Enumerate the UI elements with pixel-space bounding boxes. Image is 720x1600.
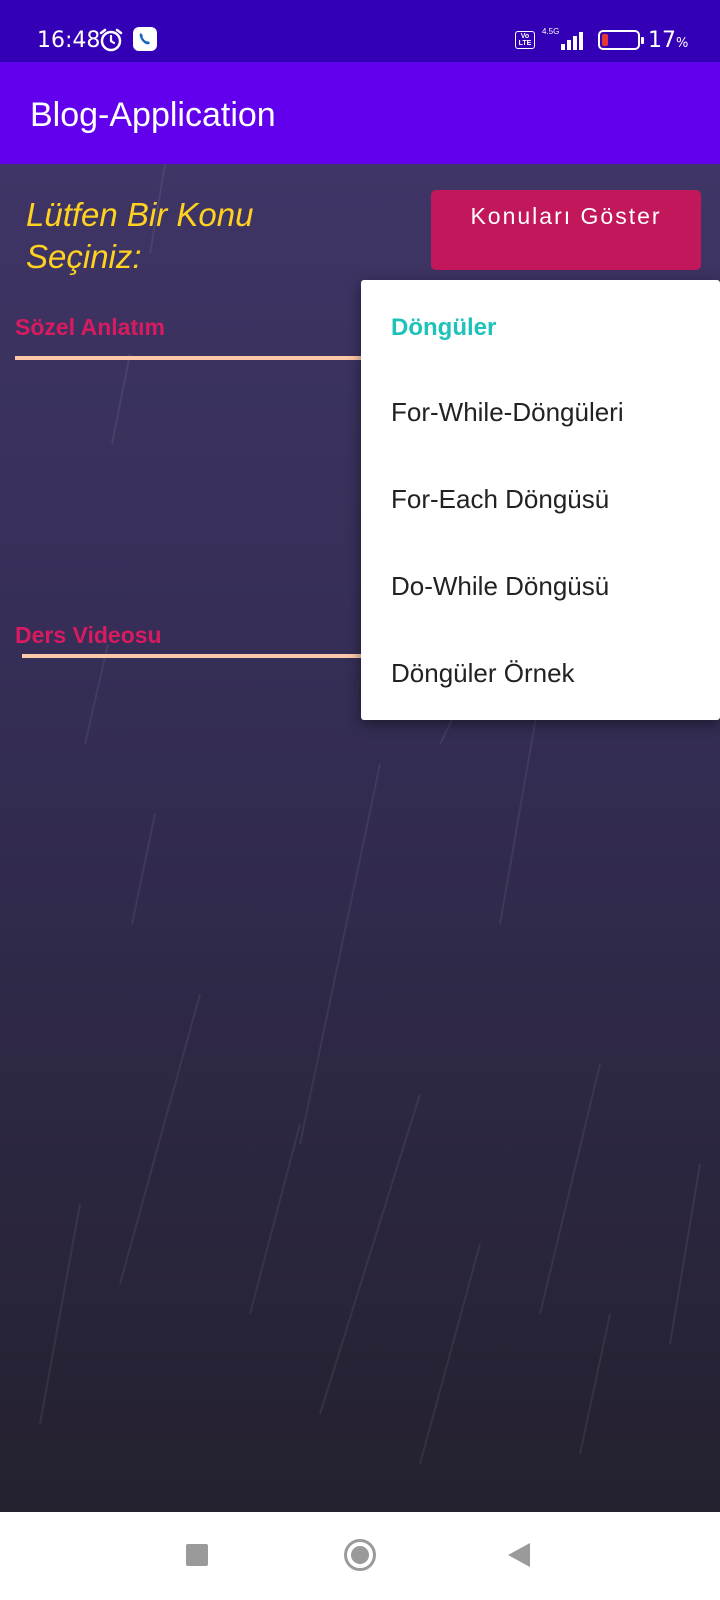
status-time: 16:48 (37, 28, 101, 53)
call-icon (133, 27, 157, 51)
topic-popup-menu: Döngüler For-While-Döngüleri For-Each Dö… (361, 280, 720, 720)
alarm-icon (99, 28, 123, 52)
navigation-bar (0, 1512, 720, 1600)
verbal-explanation-label: Sözel Anlatım (15, 314, 165, 340)
menu-item-do-while[interactable]: Do-While Döngüsü (391, 571, 609, 602)
app-bar: Blog-Application (0, 62, 720, 164)
status-bar: 16:48 Vo LTE 4.5G 17% (0, 0, 720, 62)
battery-icon (598, 30, 644, 50)
app-title: Blog-Application (30, 96, 276, 134)
popup-header: Döngüler (391, 314, 497, 341)
battery-percent: 17% (648, 28, 689, 53)
menu-item-loops-example[interactable]: Döngüler Örnek (391, 658, 575, 689)
menu-item-for-each[interactable]: For-Each Döngüsü (391, 484, 609, 515)
volte-icon: Vo LTE (515, 31, 535, 49)
home-icon[interactable] (344, 1539, 376, 1571)
back-icon[interactable] (508, 1543, 530, 1567)
topic-prompt: Lütfen Bir Konu Seçiniz: (26, 196, 254, 275)
signal-icon (561, 32, 583, 50)
show-topics-button[interactable]: Konuları Göster (431, 190, 701, 270)
recent-apps-icon[interactable] (186, 1544, 208, 1566)
menu-item-for-while[interactable]: For-While-Döngüleri (391, 397, 624, 428)
lesson-video-label: Ders Videosu (15, 622, 162, 648)
lesson-video-underline (22, 654, 380, 658)
verbal-explanation-underline (15, 356, 380, 360)
